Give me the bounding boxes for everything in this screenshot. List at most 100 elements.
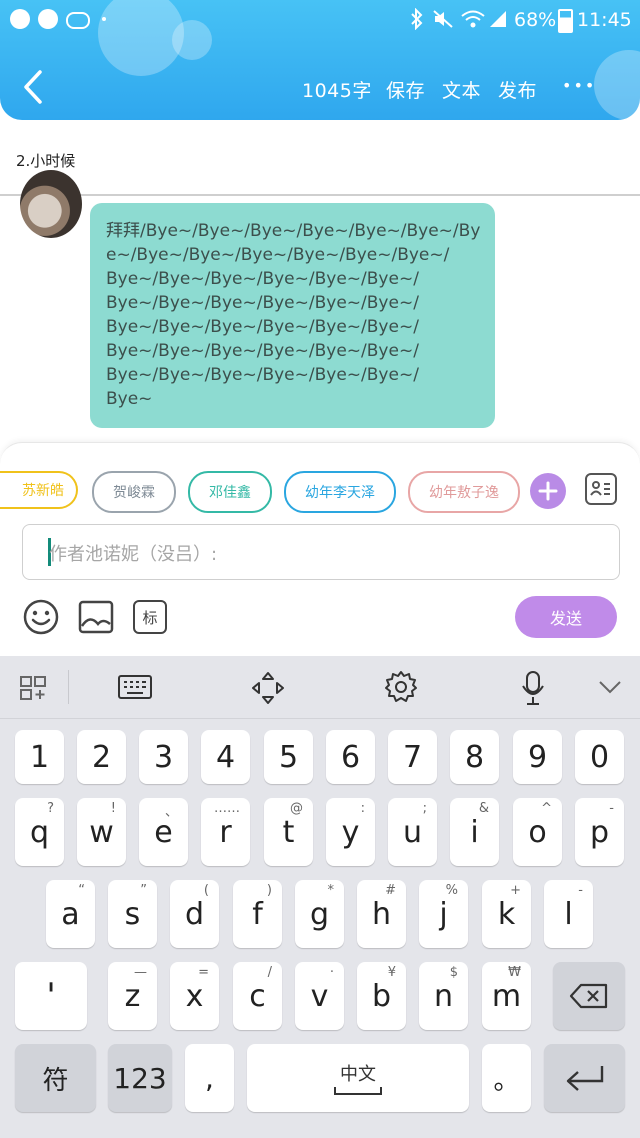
key-label: a (61, 896, 80, 932)
enter-key[interactable] (544, 1044, 625, 1112)
key-9[interactable]: 9 (513, 730, 562, 784)
key-e[interactable]: 、 e (139, 798, 188, 866)
send-label: 发送 (549, 609, 582, 628)
key-r[interactable]: …… r (201, 798, 250, 866)
key-q[interactable]: ? q (15, 798, 64, 866)
comma-key[interactable]: , (185, 1044, 234, 1112)
character-chip[interactable]: 贺峻霖 (92, 471, 176, 513)
collapse-keyboard-icon[interactable] (598, 680, 622, 694)
key-s[interactable]: ” s (108, 880, 157, 948)
key-label: h (371, 896, 391, 932)
key-n[interactable]: $ n (419, 962, 468, 1030)
mute-icon (433, 10, 453, 28)
key-hint: / (267, 965, 272, 980)
key-hint: ” (140, 883, 147, 898)
add-character-button[interactable] (530, 473, 566, 509)
chapter-title: 2.小时候 (16, 152, 76, 170)
character-chip-label: 邓佳鑫 (209, 485, 251, 501)
publish-button[interactable]: 发布 (498, 76, 537, 103)
key-5[interactable]: 5 (264, 730, 313, 784)
key-g[interactable]: * g (295, 880, 344, 948)
key-p[interactable]: -p (575, 798, 624, 866)
decor-bubble (594, 50, 640, 120)
dialog-input[interactable]: 作者池诺妮（没吕）: (22, 524, 620, 580)
key-h[interactable]: # h (357, 880, 406, 948)
key-label: w (89, 814, 114, 850)
key-hint: # (385, 883, 396, 898)
save-button[interactable]: 保存 (386, 76, 425, 103)
key-8[interactable]: 8 (450, 730, 499, 784)
key-hint: ( (203, 883, 209, 898)
key-hint: : (360, 801, 365, 816)
symbols-key[interactable]: 符 (15, 1044, 96, 1112)
key-label: d (184, 896, 205, 932)
text-button[interactable]: 文本 (442, 76, 481, 103)
send-button[interactable]: 发送 (515, 596, 617, 638)
backspace-key[interactable] (553, 962, 625, 1030)
toolbar-separator (68, 670, 69, 704)
keyboard-icon[interactable] (118, 674, 152, 700)
key-1[interactable]: 1 (15, 730, 64, 784)
space-key[interactable]: 中文 (247, 1044, 469, 1112)
character-chip[interactable]: 幼年李天泽 (284, 471, 396, 513)
key-7[interactable]: 7 (388, 730, 437, 784)
key-4[interactable]: 4 (201, 730, 250, 784)
key-label: z (124, 978, 141, 1014)
microphone-icon[interactable] (520, 670, 546, 706)
key-z[interactable]: — z (108, 962, 157, 1030)
key-y[interactable]: :y (326, 798, 375, 866)
key-l[interactable]: -l (544, 880, 593, 948)
avatar[interactable] (20, 170, 82, 238)
cursor-move-icon[interactable] (250, 670, 286, 706)
key-a[interactable]: “a (46, 880, 95, 948)
character-chip[interactable]: 幼年敖子逸 (408, 471, 520, 513)
apps-grid-icon[interactable] (20, 676, 48, 700)
key-apostrophe[interactable]: ' (15, 962, 87, 1030)
chat-bubble[interactable]: 拜拜/Bye~/Bye~/Bye~/Bye~/Bye~/Bye~/Bye~/By… (90, 203, 495, 428)
key-f[interactable]: ) f (233, 880, 282, 948)
key-3[interactable]: 3 (139, 730, 188, 784)
character-chip[interactable]: 邓佳鑫 (188, 471, 272, 513)
key-hint: ¥ (387, 965, 396, 980)
word-count: 1045字 (302, 80, 372, 102)
key-t[interactable]: @ t (264, 798, 313, 866)
key-hint: ₩ (508, 965, 521, 980)
key-2[interactable]: 2 (77, 730, 126, 784)
period-key[interactable]: 。 (482, 1044, 531, 1112)
key-0[interactable]: 0 (575, 730, 624, 784)
emoji-icon[interactable] (23, 599, 59, 635)
keyboard-toolbar (0, 656, 640, 719)
key-label: b (371, 978, 392, 1014)
character-list-icon[interactable] (585, 473, 617, 505)
back-icon[interactable] (22, 70, 44, 104)
status-bar: 68% 11:45 (0, 0, 640, 40)
key-v[interactable]: · v (295, 962, 344, 1030)
key-k[interactable]: + k (482, 880, 531, 948)
message-text: 拜拜/Bye~/Bye~/Bye~/Bye~/Bye~/Bye~/Bye~/By… (106, 221, 481, 409)
sticker-tag-button[interactable]: 标 (133, 600, 167, 634)
app-notification-icon (10, 9, 30, 29)
key-j[interactable]: % j (419, 880, 468, 948)
key-o[interactable]: ^ o (513, 798, 562, 866)
numbers-key[interactable]: 123 (108, 1044, 172, 1112)
key-m[interactable]: ₩ m (482, 962, 531, 1030)
key-hint: - (578, 883, 583, 898)
more-icon[interactable]: ••• (562, 76, 596, 95)
key-hint: @ (290, 801, 303, 816)
settings-gear-icon[interactable] (384, 670, 418, 704)
key-label: p (589, 814, 610, 850)
character-chip[interactable]: 苏新皓 (0, 471, 78, 509)
key-b[interactable]: ¥ b (357, 962, 406, 1030)
key-6[interactable]: 6 (326, 730, 375, 784)
image-icon[interactable] (78, 600, 114, 634)
key-u[interactable]: ; u (388, 798, 437, 866)
key-d[interactable]: (d (170, 880, 219, 948)
key-x[interactable]: = x (170, 962, 219, 1030)
key-label: i (470, 814, 479, 850)
key-w[interactable]: ! w (77, 798, 126, 866)
key-c[interactable]: / c (233, 962, 282, 1030)
key-i[interactable]: & i (450, 798, 499, 866)
key-label: g (309, 896, 330, 932)
wifi-icon (461, 10, 485, 28)
bluetooth-icon (411, 8, 423, 30)
